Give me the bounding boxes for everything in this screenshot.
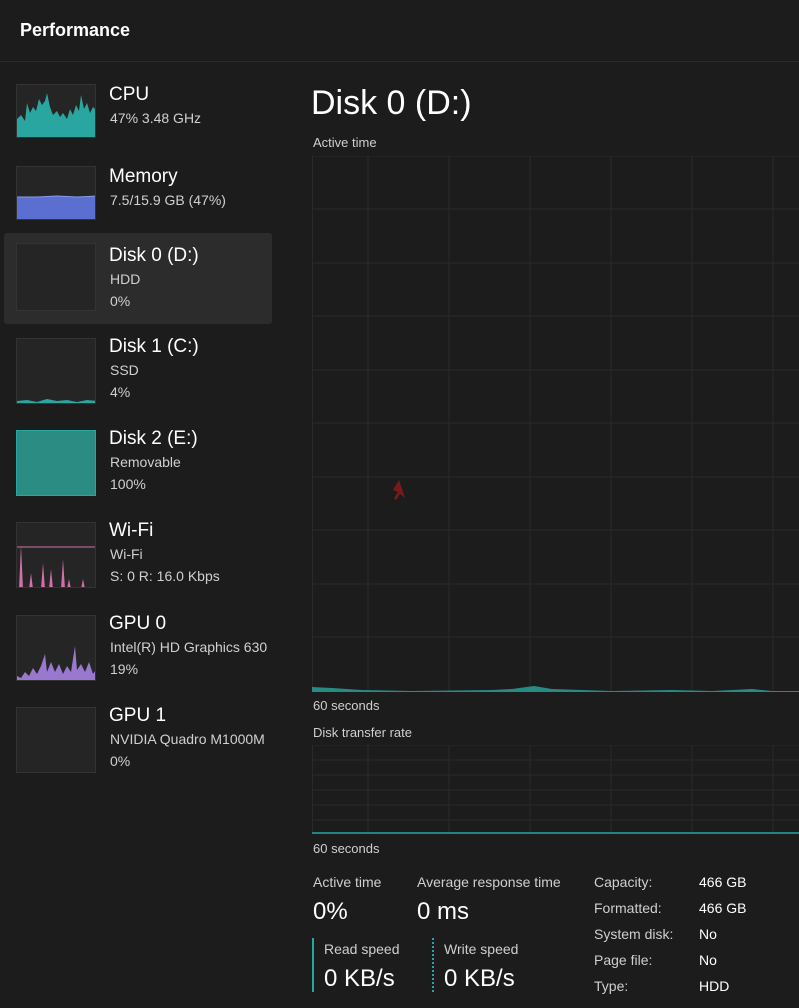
property-row: System disk: No: [594, 926, 794, 952]
sidebar-item-disk-0[interactable]: Disk 0 (D:) HDD 0%: [4, 233, 272, 324]
transfer-rate-graph: [312, 745, 799, 834]
cpu-thumbnail-graph: [16, 84, 96, 138]
sidebar-item-usage: 0%: [110, 753, 131, 769]
sidebar-item-disk-1[interactable]: Disk 1 (C:) SSD 4%: [4, 330, 272, 420]
sidebar-item-memory[interactable]: Memory 7.5/15.9 GB (47%): [4, 154, 272, 244]
property-value: HDD: [699, 978, 730, 994]
property-row: Type: HDD: [594, 978, 794, 1004]
active-time-stat-label: Active time: [313, 874, 382, 890]
sidebar-item-wifi[interactable]: Wi-Fi Wi-Fi S: 0 R: 16.0 Kbps: [4, 514, 272, 604]
active-time-graph-label: Active time: [313, 135, 377, 150]
sidebar-item-detail: 7.5/15.9 GB (47%): [110, 192, 226, 208]
sidebar-item-detail: Removable: [110, 454, 181, 470]
sidebar-item-detail: HDD: [110, 271, 141, 287]
sidebar-item-cpu[interactable]: CPU 47% 3.48 GHz: [4, 62, 272, 152]
property-value: 466 GB: [699, 874, 747, 890]
property-key: Page file:: [594, 952, 653, 968]
time-window-label: 60 seconds: [313, 698, 380, 713]
sidebar-item-name: CPU: [109, 84, 150, 105]
wifi-thumbnail-graph: [16, 522, 96, 588]
sidebar-item-name: Disk 1 (C:): [109, 336, 199, 357]
sidebar-item-name: Wi-Fi: [109, 520, 154, 541]
sidebar-item-detail: Intel(R) HD Graphics 630: [110, 639, 268, 655]
property-row: Page file: No: [594, 952, 794, 978]
sidebar-item-usage: 4%: [110, 384, 131, 400]
disk-2-thumbnail-graph: [16, 430, 96, 496]
cursor-icon: [390, 478, 408, 507]
property-row: Formatted: 466 GB: [594, 900, 794, 926]
header-bar: Performance: [0, 0, 799, 62]
sidebar-item-usage: 0%: [110, 293, 131, 309]
sidebar-item-name: Memory: [109, 166, 178, 187]
sidebar-item-disk-2[interactable]: Disk 2 (E:) Removable 100%: [4, 422, 272, 512]
property-key: Capacity:: [594, 874, 653, 890]
sidebar-item-name: Disk 0 (D:): [109, 245, 199, 266]
disk-0-thumbnail-graph: [16, 243, 96, 311]
avg-response-stat-label: Average response time: [417, 874, 561, 890]
disk-1-thumbnail-graph: [16, 338, 96, 404]
sidebar-item-detail: NVIDIA Quadro M1000M: [110, 731, 265, 747]
memory-thumbnail-graph: [16, 166, 96, 220]
write-speed-indicator: [432, 938, 434, 992]
sidebar-item-gpu-1[interactable]: GPU 1 NVIDIA Quadro M1000M 0%: [4, 699, 272, 789]
sidebar-item-name: GPU 0: [109, 613, 167, 634]
write-speed-label: Write speed: [444, 941, 519, 957]
property-key: System disk:: [594, 926, 674, 942]
read-speed-value: 0 KB/s: [324, 965, 395, 992]
property-value: No: [699, 952, 717, 968]
sidebar-item-usage: 19%: [110, 661, 139, 677]
avg-response-stat-value: 0 ms: [417, 898, 470, 925]
read-speed-label: Read speed: [324, 941, 400, 957]
sidebar-item-detail: 47% 3.48 GHz: [110, 110, 202, 126]
transfer-rate-graph-label: Disk transfer rate: [313, 725, 412, 740]
active-time-graph: [312, 156, 799, 692]
property-value: 466 GB: [699, 900, 747, 916]
sidebar-item-usage: S: 0 R: 16.0 Kbps: [110, 568, 220, 584]
property-key: Formatted:: [594, 900, 662, 916]
time-window-label: 60 seconds: [313, 841, 380, 856]
sidebar: CPU 47% 3.48 GHz Memory 7.5/15.9 GB (47%…: [0, 62, 287, 1008]
sidebar-item-detail: Wi-Fi: [110, 546, 143, 562]
gpu-1-thumbnail-graph: [16, 707, 96, 773]
sidebar-item-name: Disk 2 (E:): [109, 428, 198, 449]
property-key: Type:: [594, 978, 629, 994]
sidebar-item-gpu-0[interactable]: GPU 0 Intel(R) HD Graphics 630 19%: [4, 607, 272, 697]
sidebar-item-detail: SSD: [110, 362, 139, 378]
active-time-stat-value: 0%: [313, 898, 348, 925]
disk-detail-panel: Disk 0 (D:) Active time 60 seconds Disk …: [287, 62, 799, 1008]
disk-title: Disk 0 (D:): [311, 84, 472, 122]
sidebar-item-usage: 100%: [110, 476, 146, 492]
property-value: No: [699, 926, 717, 942]
write-speed-value: 0 KB/s: [444, 965, 515, 992]
page-title: Performance: [20, 20, 131, 40]
sidebar-item-name: GPU 1: [109, 705, 167, 726]
gpu-0-thumbnail-graph: [16, 615, 96, 681]
read-speed-indicator: [312, 938, 314, 992]
property-row: Capacity: 466 GB: [594, 874, 794, 900]
